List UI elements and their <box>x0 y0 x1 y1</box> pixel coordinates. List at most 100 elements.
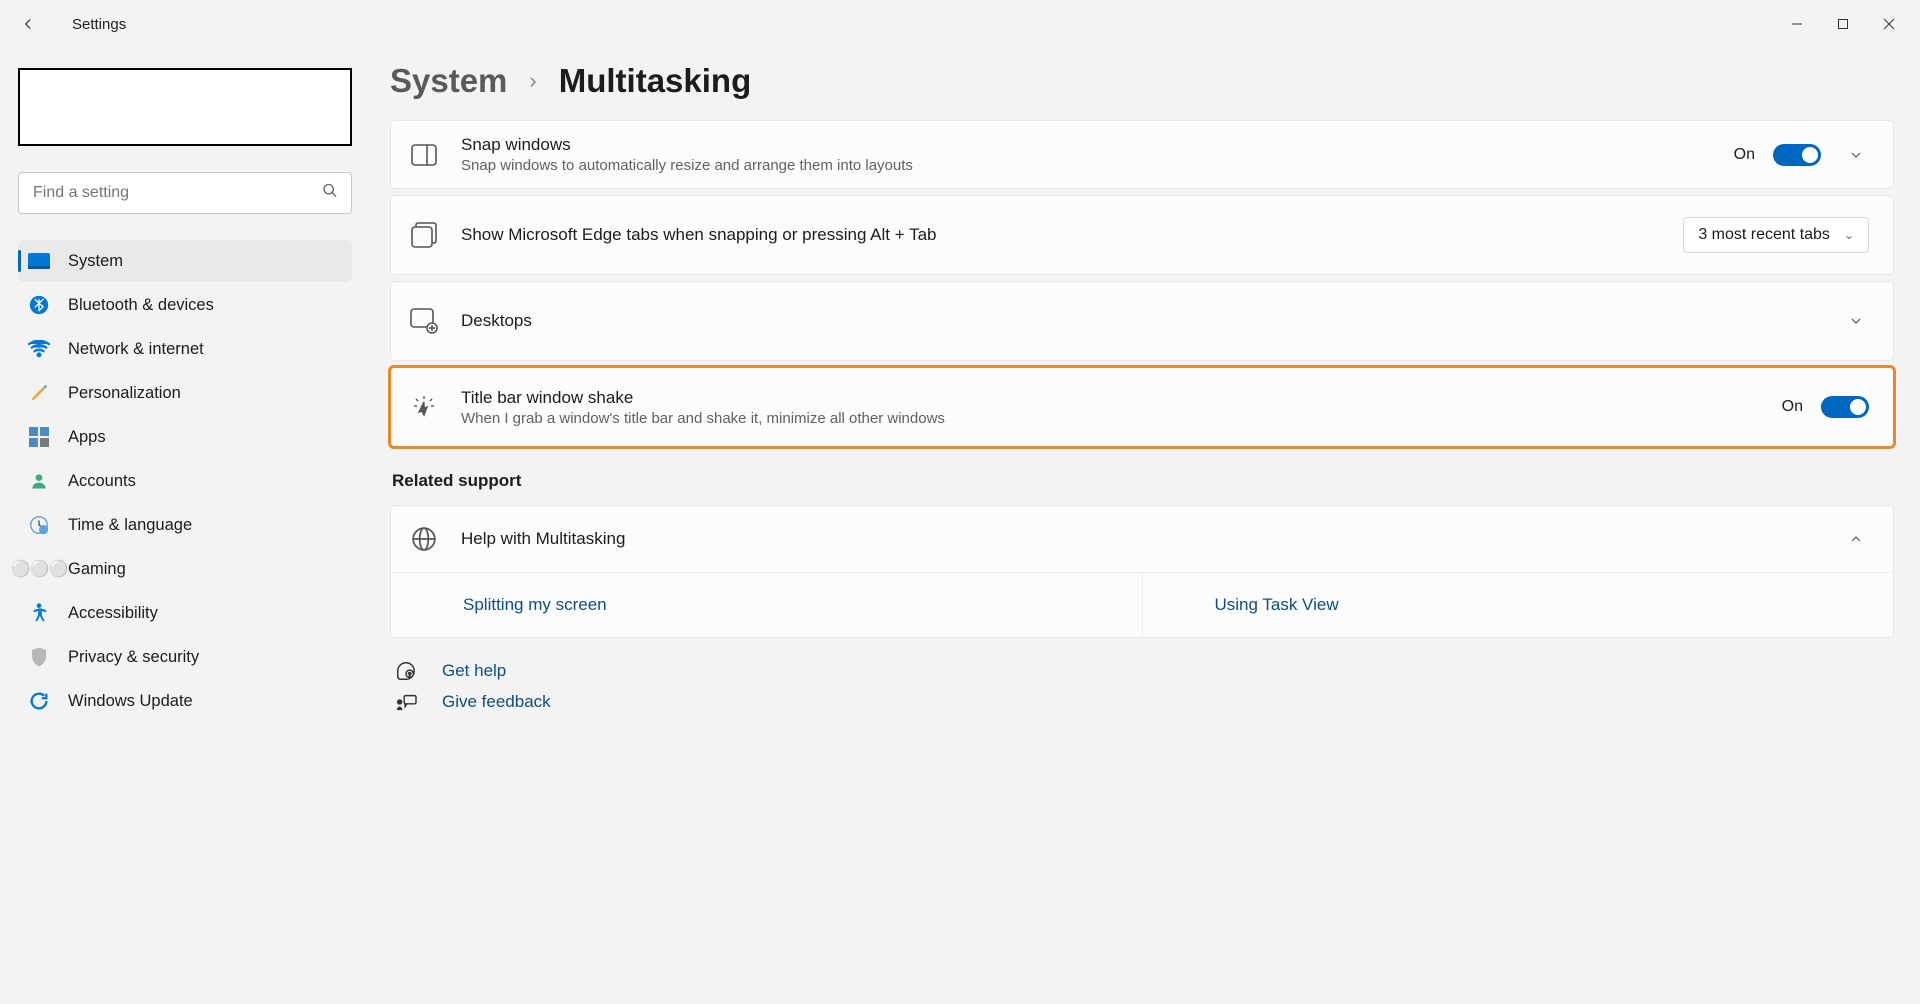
desktops-card[interactable]: Desktops <box>390 281 1894 361</box>
sidebar-item-label: Gaming <box>68 560 126 579</box>
person-icon <box>28 470 50 492</box>
splitting-screen-link[interactable]: Splitting my screen <box>391 573 1143 637</box>
sidebar-item-accounts[interactable]: Accounts <box>18 460 352 502</box>
close-icon <box>1883 18 1895 30</box>
link-label: Get help <box>442 661 506 681</box>
breadcrumb: System › Multitasking <box>390 56 1894 120</box>
user-account-box[interactable] <box>18 68 352 146</box>
sidebar-item-label: Windows Update <box>68 692 193 711</box>
title-bar-shake-toggle[interactable] <box>1821 396 1869 418</box>
sidebar-item-label: Accessibility <box>68 604 158 623</box>
maximize-button[interactable] <box>1820 8 1866 40</box>
help-links-row: Splitting my screen Using Task View <box>391 572 1893 637</box>
sidebar-item-system[interactable]: System <box>18 240 352 282</box>
card-body: Desktops <box>461 311 1821 331</box>
svg-text:?: ? <box>408 673 411 679</box>
sidebar-item-gaming[interactable]: ⚪⚪⚪ Gaming <box>18 548 352 590</box>
title-bar-left: Settings <box>8 4 1774 44</box>
sidebar-item-label: System <box>68 252 123 271</box>
gaming-icon: ⚪⚪⚪ <box>28 558 50 580</box>
search-input[interactable] <box>18 172 352 214</box>
system-icon <box>28 250 50 272</box>
breadcrumb-parent[interactable]: System <box>390 62 507 100</box>
sidebar-item-apps[interactable]: Apps <box>18 416 352 458</box>
toggle-state-label: On <box>1782 398 1803 416</box>
link-label: Give feedback <box>442 692 551 712</box>
get-help-link[interactable]: ? Get help <box>390 660 1894 682</box>
globe-help-icon <box>409 526 439 552</box>
apps-icon <box>28 426 50 448</box>
snap-icon <box>409 144 439 166</box>
window-controls <box>1774 8 1912 40</box>
chevron-down-icon <box>1848 313 1864 329</box>
card-title: Desktops <box>461 311 1821 331</box>
edge-tabs-card: Show Microsoft Edge tabs when snapping o… <box>390 195 1894 275</box>
card-body: Help with Multitasking <box>461 529 1821 549</box>
help-icon: ? <box>394 660 418 682</box>
sidebar: System Bluetooth & devices Network & int… <box>0 48 370 1004</box>
maximize-icon <box>1837 18 1849 30</box>
snap-windows-card[interactable]: Snap windows Snap windows to automatical… <box>390 120 1894 189</box>
back-button[interactable] <box>8 4 48 44</box>
toggle-state-label: On <box>1734 146 1755 164</box>
card-title: Snap windows <box>461 135 1712 155</box>
back-arrow-icon <box>19 15 37 33</box>
clock-globe-icon <box>28 514 50 536</box>
shield-icon <box>28 646 50 668</box>
sidebar-item-label: Personalization <box>68 384 181 403</box>
sidebar-item-windows-update[interactable]: Windows Update <box>18 680 352 722</box>
card-subtitle: When I grab a window's title bar and sha… <box>461 410 1760 427</box>
tabs-icon <box>409 222 439 248</box>
related-support-heading: Related support <box>392 471 1894 491</box>
help-card: Help with Multitasking Splitting my scre… <box>390 505 1894 638</box>
card-body: Title bar window shake When I grab a win… <box>461 388 1760 427</box>
chevron-down-icon <box>1848 147 1864 163</box>
task-view-link[interactable]: Using Task View <box>1143 573 1894 637</box>
edge-tabs-dropdown[interactable]: 3 most recent tabs ⌄ <box>1683 217 1869 253</box>
chevron-right-icon: › <box>529 68 536 94</box>
toggle-group: On <box>1782 396 1869 418</box>
sidebar-item-accessibility[interactable]: Accessibility <box>18 592 352 634</box>
sidebar-item-label: Privacy & security <box>68 648 199 667</box>
sidebar-item-label: Apps <box>68 428 106 447</box>
sidebar-nav: System Bluetooth & devices Network & int… <box>18 240 352 722</box>
chevron-up-icon <box>1848 531 1864 547</box>
snap-windows-toggle[interactable] <box>1773 144 1821 166</box>
feedback-icon <box>394 692 418 712</box>
sidebar-item-label: Network & internet <box>68 340 204 359</box>
toggle-group: On <box>1734 144 1821 166</box>
close-button[interactable] <box>1866 8 1912 40</box>
dropdown-value: 3 most recent tabs <box>1698 226 1830 244</box>
sidebar-item-network[interactable]: Network & internet <box>18 328 352 370</box>
title-bar: Settings <box>0 0 1920 48</box>
card-title: Title bar window shake <box>461 388 1760 408</box>
footer-links: ? Get help Give feedback <box>390 660 1894 712</box>
sidebar-item-label: Accounts <box>68 472 136 491</box>
shake-icon <box>409 394 439 420</box>
sidebar-item-time-language[interactable]: Time & language <box>18 504 352 546</box>
wifi-icon <box>28 338 50 360</box>
chevron-down-icon: ⌄ <box>1844 228 1854 242</box>
sidebar-item-privacy-security[interactable]: Privacy & security <box>18 636 352 678</box>
help-card-header[interactable]: Help with Multitasking <box>391 506 1893 572</box>
paintbrush-icon <box>28 382 50 404</box>
give-feedback-link[interactable]: Give feedback <box>390 692 1894 712</box>
collapse-chevron[interactable] <box>1843 531 1869 547</box>
accessibility-icon <box>28 602 50 624</box>
card-body: Snap windows Snap windows to automatical… <box>461 135 1712 174</box>
sidebar-item-label: Time & language <box>68 516 192 535</box>
app-title: Settings <box>72 16 126 33</box>
card-subtitle: Snap windows to automatically resize and… <box>461 157 1712 174</box>
desktops-icon <box>409 308 439 334</box>
card-title: Help with Multitasking <box>461 529 1821 549</box>
sidebar-item-label: Bluetooth & devices <box>68 296 214 315</box>
expand-chevron[interactable] <box>1843 313 1869 329</box>
bluetooth-icon <box>28 294 50 316</box>
page-title: Multitasking <box>559 62 752 100</box>
sidebar-item-bluetooth[interactable]: Bluetooth & devices <box>18 284 352 326</box>
sidebar-item-personalization[interactable]: Personalization <box>18 372 352 414</box>
search-container <box>18 172 352 214</box>
expand-chevron[interactable] <box>1843 147 1869 163</box>
minimize-button[interactable] <box>1774 8 1820 40</box>
card-body: Show Microsoft Edge tabs when snapping o… <box>461 225 1661 245</box>
